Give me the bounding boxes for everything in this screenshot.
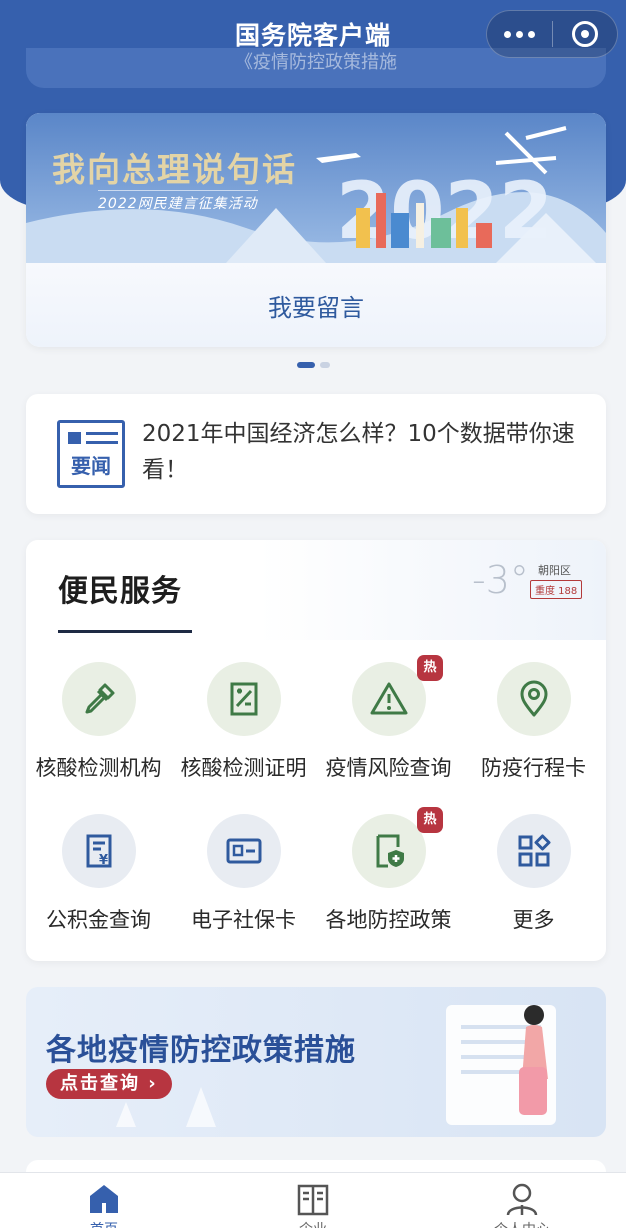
news-card[interactable]: 要闻 2021年中国经济怎么样？10个数据带你速看！ xyxy=(26,394,606,514)
tab-enterprise[interactable]: 企业 xyxy=(209,1173,417,1228)
convenience-services-card: 便民服务 -3° 朝阳区 重度 188 核酸检测机构 核酸检测证明 疫情风险查询… xyxy=(26,540,606,961)
air-quality-badge: 重度 188 xyxy=(530,580,583,599)
weather-district: 朝阳区 xyxy=(538,564,571,577)
hot-badge: 热 xyxy=(417,807,443,833)
news-badge-square xyxy=(68,432,81,444)
close-mini-program-button[interactable] xyxy=(553,11,618,57)
more-options-button[interactable] xyxy=(487,11,552,57)
service-label: 各地防控政策 xyxy=(325,908,452,932)
weather-temperature: -3° xyxy=(472,558,529,602)
previous-card-text: 《疫情防控政策措施 xyxy=(235,52,397,73)
tab-label: 首页 xyxy=(0,1219,208,1228)
tab-home[interactable]: 首页 xyxy=(0,1173,208,1228)
news-badge-icon: 要闻 xyxy=(57,420,125,488)
mini-program-capsule xyxy=(486,10,618,58)
id-card-icon xyxy=(206,814,281,888)
banner-subtitle: 2022网民建言征集活动 xyxy=(98,190,258,213)
service-label: 疫情风险查询 xyxy=(325,756,452,780)
certificate-icon xyxy=(206,662,281,736)
svg-text:¥: ¥ xyxy=(99,853,108,868)
grid-more-icon xyxy=(496,814,571,888)
service-label: 核酸检测证明 xyxy=(180,756,307,780)
service-nucleic-test-agency[interactable]: 核酸检测机构 xyxy=(26,662,171,782)
bottom-tab-bar: 首页 企业 个人中心 xyxy=(0,1172,626,1228)
leave-message-label: 我要留言 xyxy=(268,293,364,322)
service-nucleic-test-certificate[interactable]: 核酸检测证明 xyxy=(171,662,316,782)
tab-label: 个人中心 xyxy=(418,1219,626,1228)
news-badge-label: 要闻 xyxy=(71,454,111,478)
policy-promo-banner[interactable]: 各地疫情防控政策措施 点击查询 › xyxy=(26,987,606,1137)
service-label: 更多 xyxy=(512,908,555,932)
banner-card[interactable]: 2022 我向总理说句话 2022网民建言征集活动 我要留言 xyxy=(26,113,606,347)
target-circle-icon xyxy=(571,21,598,47)
dropper-icon xyxy=(61,662,136,736)
news-badge-line xyxy=(86,441,118,444)
warning-icon xyxy=(351,662,426,736)
service-label: 电子社保卡 xyxy=(191,908,296,932)
shield-document-icon xyxy=(351,814,426,888)
tab-label: 企业 xyxy=(209,1219,417,1228)
home-icon xyxy=(90,1185,118,1213)
promo-query-button[interactable]: 点击查询 › xyxy=(46,1069,172,1099)
services-title: 便民服务 xyxy=(58,574,182,609)
service-housing-fund[interactable]: ¥ 公积金查询 xyxy=(26,814,171,934)
carousel-dot xyxy=(319,362,330,368)
location-pin-icon xyxy=(496,662,571,736)
carousel-indicator xyxy=(0,362,626,368)
dot-icon xyxy=(527,30,535,38)
service-label: 核酸检测机构 xyxy=(35,756,162,780)
service-more[interactable]: 更多 xyxy=(461,814,606,934)
promo-title: 各地疫情防控政策措施 xyxy=(46,1033,356,1068)
user-icon xyxy=(506,1183,538,1216)
carousel-dot-active xyxy=(296,362,315,368)
building-icon xyxy=(297,1184,329,1216)
service-label: 公积金查询 xyxy=(46,908,151,932)
fund-document-icon: ¥ xyxy=(61,814,136,888)
service-travel-card[interactable]: 防疫行程卡 xyxy=(461,662,606,782)
banner-title: 我向总理说句话 xyxy=(52,150,297,189)
news-badge-line xyxy=(86,432,118,435)
services-title-underline xyxy=(58,630,192,633)
hot-badge: 热 xyxy=(417,655,443,681)
service-social-security-card[interactable]: 电子社保卡 xyxy=(171,814,316,934)
service-label: 防疫行程卡 xyxy=(481,756,586,780)
dot-icon xyxy=(515,30,523,38)
dot-icon xyxy=(503,30,511,38)
tab-personal-center[interactable]: 个人中心 xyxy=(418,1173,626,1228)
leave-message-button[interactable]: 我要留言 xyxy=(26,263,606,347)
news-headline[interactable]: 2021年中国经济怎么样？10个数据带你速看！ xyxy=(142,416,582,488)
